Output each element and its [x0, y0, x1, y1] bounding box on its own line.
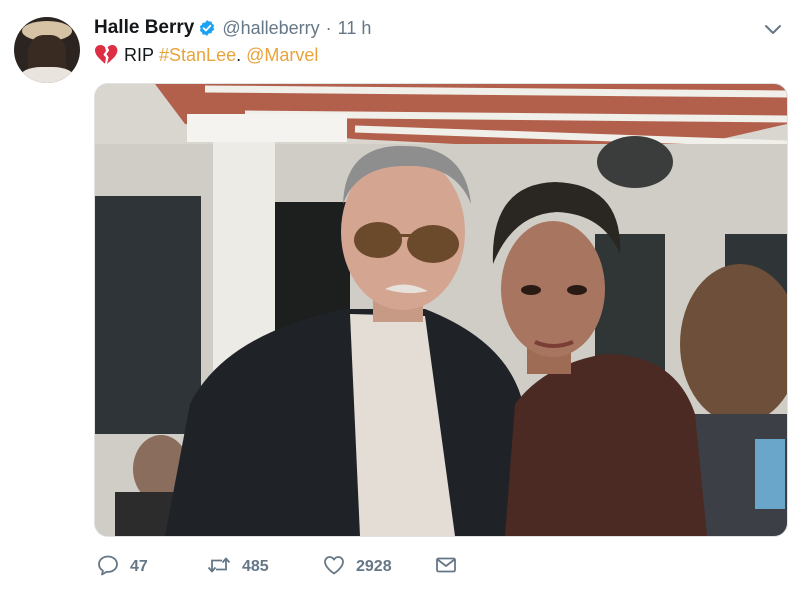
tweet-photo[interactable]: [94, 83, 788, 537]
retweet-button[interactable]: 485: [206, 553, 322, 582]
direct-message-button[interactable]: [434, 553, 458, 582]
like-button[interactable]: 2928: [322, 553, 434, 582]
chevron-down-icon[interactable]: [762, 18, 784, 40]
reply-icon: [96, 553, 120, 582]
tweet-word-rip: RIP: [124, 44, 155, 65]
avatar-shirt: [20, 67, 74, 83]
author-handle[interactable]: @halleberry: [222, 18, 319, 39]
tweet-actions: 47 485 2928: [96, 554, 458, 580]
verified-badge-icon: [198, 19, 216, 37]
retweet-icon: [206, 553, 232, 582]
hashtag-link[interactable]: #StanLee: [159, 45, 236, 66]
tweet-text: RIP #StanLee. @Marvel: [94, 43, 318, 67]
heart-icon: [322, 553, 346, 582]
mention-link[interactable]: @Marvel: [246, 45, 318, 66]
avatar[interactable]: [14, 17, 80, 83]
envelope-icon: [434, 553, 458, 582]
separator-dot: ·: [325, 17, 332, 38]
tweet-card: Halle Berry @halleberry · 11 h RIP #Stan…: [0, 0, 800, 591]
reply-count: 47: [130, 558, 148, 575]
like-count: 2928: [356, 558, 392, 575]
retweet-count: 485: [242, 558, 269, 575]
tweet-timestamp[interactable]: 11 h: [338, 18, 372, 39]
broken-heart-icon: [94, 44, 118, 66]
tweet-header: Halle Berry @halleberry · 11 h: [94, 15, 371, 41]
author-name[interactable]: Halle Berry: [94, 17, 194, 39]
reply-button[interactable]: 47: [96, 553, 206, 582]
tweet-period: .: [236, 44, 242, 65]
